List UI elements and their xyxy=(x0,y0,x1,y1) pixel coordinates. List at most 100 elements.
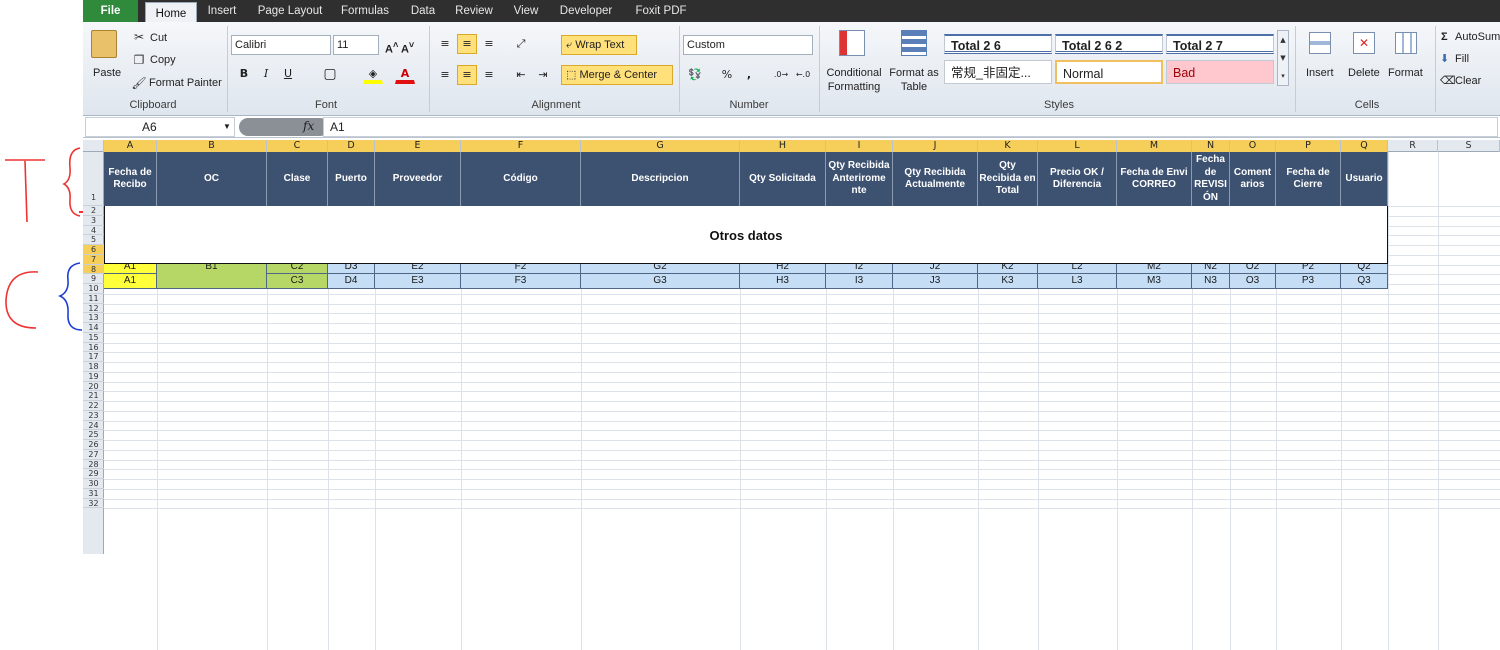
column-header-k[interactable]: K xyxy=(978,140,1038,152)
comma-button[interactable]: , xyxy=(739,65,759,85)
row-header-7[interactable]: 7 xyxy=(83,254,104,265)
row-header-15[interactable]: 15 xyxy=(83,333,104,343)
row-header-6[interactable]: 6 xyxy=(83,245,104,255)
header-cell-n[interactable]: Fecha de REVISI ÓN xyxy=(1192,152,1230,206)
delete-cells-button[interactable]: Delete xyxy=(1348,66,1380,80)
row-header-29[interactable]: 29 xyxy=(83,469,104,479)
cell-h8[interactable]: H3 xyxy=(740,274,826,289)
row-header-8[interactable]: 8 xyxy=(83,264,104,275)
cell-k8[interactable]: K3 xyxy=(978,274,1038,289)
increase-decimal-icon[interactable]: .0→ xyxy=(771,65,791,85)
style-bad[interactable]: Bad xyxy=(1166,60,1274,84)
select-all-corner[interactable] xyxy=(83,140,104,152)
row-header-12[interactable]: 12 xyxy=(83,304,104,314)
header-cell-p[interactable]: Fecha de Cierre xyxy=(1276,152,1341,206)
style-changgui[interactable]: 常规_非固定... xyxy=(944,60,1052,84)
fill-button[interactable]: Fill xyxy=(1455,52,1469,66)
row-header-5[interactable]: 5 xyxy=(83,235,104,245)
tab-data[interactable]: Data xyxy=(403,0,443,22)
grow-font-icon[interactable]: A˄ A˅ xyxy=(385,38,414,57)
number-format-dropdown[interactable]: Custom xyxy=(683,35,813,55)
column-header-j[interactable]: J xyxy=(893,140,978,152)
font-color-icon[interactable]: A xyxy=(395,64,415,84)
column-header-o[interactable]: O xyxy=(1230,140,1276,152)
worksheet-grid[interactable]: ABCDEFGHIJKLMNOPQRS 1 2 3 4 5 6 7 8 9 10 11 12 13 14 1… xyxy=(83,140,1500,650)
row-header-3[interactable]: 3 xyxy=(83,216,104,226)
column-header-r[interactable]: R xyxy=(1388,140,1438,152)
border-icon[interactable]: ▢ xyxy=(320,64,340,84)
header-cell-o[interactable]: Coment arios xyxy=(1230,152,1276,206)
fill-color-icon[interactable]: ◈ xyxy=(363,64,383,84)
header-cell-b[interactable]: OC xyxy=(157,152,267,206)
column-header-g[interactable]: G xyxy=(581,140,740,152)
cut-button[interactable]: Cut xyxy=(150,31,167,45)
column-header-d[interactable]: D xyxy=(328,140,375,152)
name-box-dropdown-icon[interactable]: ▼ xyxy=(223,120,231,134)
column-header-l[interactable]: L xyxy=(1038,140,1117,152)
row-header-18[interactable]: 18 xyxy=(83,362,104,372)
header-cell-i[interactable]: Qty Recibida Anterirome nte xyxy=(826,152,893,206)
copy-button[interactable]: Copy xyxy=(150,53,176,67)
style-total-2-7[interactable]: Total 2 7 xyxy=(1166,34,1274,54)
row-header-16[interactable]: 16 xyxy=(83,343,104,353)
align-center-icon[interactable]: ≡ xyxy=(457,65,477,85)
header-cell-k[interactable]: Qty Recibida en Total xyxy=(978,152,1038,206)
header-cell-g[interactable]: Descripcion xyxy=(581,152,740,206)
row-header-22[interactable]: 22 xyxy=(83,401,104,411)
insert-cells-button[interactable]: Insert xyxy=(1306,66,1334,80)
font-name-dropdown[interactable]: Calibri xyxy=(231,35,331,55)
column-header-f[interactable]: F xyxy=(461,140,581,152)
cell-j8[interactable]: J3 xyxy=(893,274,978,289)
paste-button[interactable]: Paste xyxy=(93,66,121,80)
decrease-decimal-icon[interactable]: ←.0 xyxy=(793,65,813,85)
column-header-a[interactable]: A xyxy=(104,140,157,152)
formula-input[interactable]: A1 xyxy=(323,117,1498,137)
header-cell-m[interactable]: Fecha de Envi CORREO xyxy=(1117,152,1192,206)
header-cell-l[interactable]: Precio OK / Diferencia xyxy=(1038,152,1117,206)
cell-d8[interactable]: D4 xyxy=(328,274,375,289)
cell-e8[interactable]: E3 xyxy=(375,274,461,289)
styles-scroll-icon[interactable]: ▲ ▼ ▾ xyxy=(1277,30,1289,86)
cell-m8[interactable]: M3 xyxy=(1117,274,1192,289)
conditional-formatting-button[interactable]: Conditional Formatting xyxy=(825,66,883,94)
tab-insert[interactable]: Insert xyxy=(201,0,243,22)
column-header-e[interactable]: E xyxy=(375,140,461,152)
tab-view[interactable]: View xyxy=(507,0,545,22)
align-left-icon[interactable]: ≡ xyxy=(435,65,455,85)
column-header-h[interactable]: H xyxy=(740,140,826,152)
row-header-9[interactable]: 9 xyxy=(83,274,104,284)
row-header-11[interactable]: 11 xyxy=(83,294,104,304)
cell-a8[interactable]: A1 xyxy=(104,274,157,289)
column-header-m[interactable]: M xyxy=(1117,140,1192,152)
row-header-13[interactable]: 13 xyxy=(83,313,104,323)
column-header-s[interactable]: S xyxy=(1438,140,1500,152)
tab-developer[interactable]: Developer xyxy=(553,0,619,22)
header-cell-e[interactable]: Proveedor xyxy=(375,152,461,206)
align-middle-icon[interactable]: ≡ xyxy=(457,34,477,54)
increase-indent-icon[interactable]: ⇥ xyxy=(533,65,553,85)
column-header-b[interactable]: B xyxy=(157,140,267,152)
decrease-indent-icon[interactable]: ⇤ xyxy=(511,65,531,85)
format-cells-button[interactable]: Format xyxy=(1388,66,1423,80)
tab-home[interactable]: Home xyxy=(145,2,197,22)
format-as-table-button[interactable]: Format as Table xyxy=(887,66,941,94)
wrap-text-button[interactable]: ⤶ Wrap Text xyxy=(561,35,637,55)
name-box[interactable]: A6 xyxy=(85,117,235,137)
align-right-icon[interactable]: ≡ xyxy=(479,65,499,85)
row-header-25[interactable]: 25 xyxy=(83,430,104,440)
header-cell-f[interactable]: Código xyxy=(461,152,581,206)
tab-file[interactable]: File xyxy=(83,0,138,22)
row-header-17[interactable]: 17 xyxy=(83,352,104,362)
row-header-26[interactable]: 26 xyxy=(83,440,104,450)
cell-n8[interactable]: N3 xyxy=(1192,274,1230,289)
column-header-i[interactable]: I xyxy=(826,140,893,152)
column-header-q[interactable]: Q xyxy=(1341,140,1388,152)
bold-button[interactable]: B xyxy=(234,64,254,84)
orientation-icon[interactable]: ⤢ xyxy=(511,34,531,54)
row-header-27[interactable]: 27 xyxy=(83,450,104,460)
autosum-button[interactable]: AutoSum xyxy=(1455,30,1500,44)
row-header-32[interactable]: 32 xyxy=(83,499,104,509)
cell-c8[interactable]: C3 xyxy=(267,274,328,289)
header-cell-a[interactable]: Fecha de Recibo xyxy=(104,152,157,206)
tab-formulas[interactable]: Formulas xyxy=(335,0,395,22)
